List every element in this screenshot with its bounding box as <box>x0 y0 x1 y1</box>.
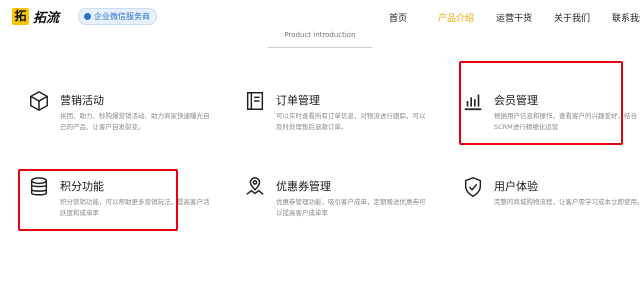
book-icon <box>246 92 264 110</box>
nav-contact[interactable]: 联系我们 <box>612 11 640 24</box>
nav-home[interactable]: 首页 <box>389 11 407 24</box>
feature-card-experience[interactable]: 用户体验 完整的商城购物流程，让客户零学习成本立即使用。 <box>462 176 640 236</box>
box-icon <box>30 90 48 112</box>
feature-desc: 完整的商城购物流程，让客户零学习成本立即使用。 <box>494 198 640 206</box>
shield-check-icon <box>464 177 482 197</box>
badge-label: 企业微信服务商 <box>94 12 150 21</box>
highlight-box-members <box>459 61 623 145</box>
highlight-box-points <box>18 169 178 231</box>
logo-text: 拓流 <box>33 11 60 26</box>
wecom-icon <box>84 13 91 20</box>
nav-operations[interactable]: 运营干货 <box>496 11 532 24</box>
feature-desc: 优惠券管理功能，吸引客户成单，定期赠送优惠券可以提高客户成单率 <box>276 198 426 217</box>
feature-desc: 可以实时查看所有订单信息，对物流进行跟踪，可以及时处理售后退款订单。 <box>276 112 426 131</box>
service-provider-badge: 企业微信服务商 <box>78 8 157 25</box>
nav-products[interactable]: 产品介绍 <box>438 11 474 24</box>
top-header: 拓 拓流 企业微信服务商 首页 产品介绍 运营干货 关于我们 联系我们 <box>0 0 640 32</box>
feature-card-orders[interactable]: 订单管理 可以实时查看所有订单信息，对物流进行跟踪，可以及时处理售后退款订单。 <box>244 90 426 150</box>
title-divider <box>268 47 372 48</box>
feature-title: 优惠券管理 <box>276 180 331 193</box>
brand-logo[interactable]: 拓 拓流 <box>12 7 59 26</box>
feature-title: 营销活动 <box>60 94 104 107</box>
feature-title: 用户体验 <box>494 180 538 193</box>
logo-mark-icon: 拓 <box>12 8 29 25</box>
feature-card-coupons[interactable]: 优惠券管理 优惠券管理功能，吸引客户成单，定期赠送优惠券可以提高客户成单率 <box>244 176 426 236</box>
feature-desc: 拼团、助力、秒购爆营销活动、助力商家快速曝光自己的产品、让客户自发裂变。 <box>60 112 210 131</box>
section-title: Product introduction <box>284 31 356 39</box>
feature-title: 订单管理 <box>276 94 320 107</box>
map-pin-icon <box>246 177 264 195</box>
nav-about[interactable]: 关于我们 <box>554 11 590 24</box>
feature-card-marketing[interactable]: 营销活动 拼团、助力、秒购爆营销活动、助力商家快速曝光自己的产品、让客户自发裂变… <box>28 90 210 150</box>
